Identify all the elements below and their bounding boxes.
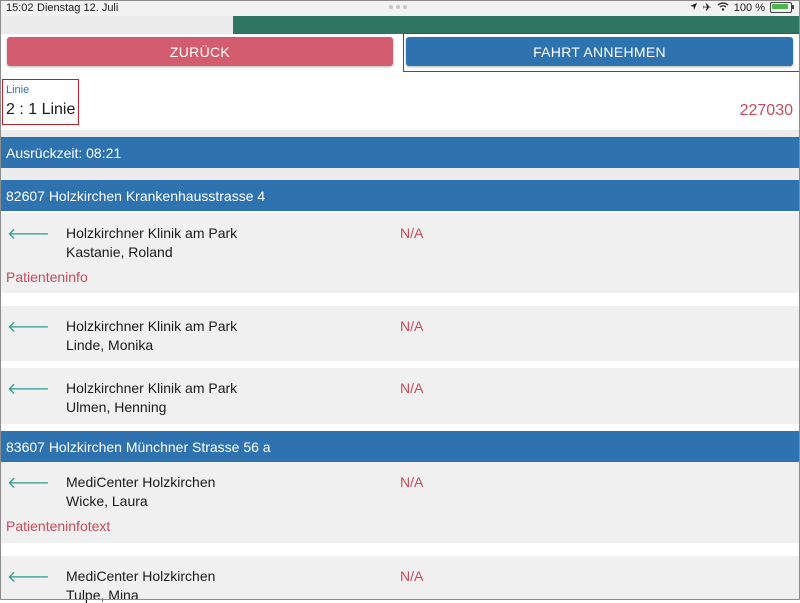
item-status: N/A [400,318,424,334]
list-item[interactable]: 🡐 Holzkirchner Klinik am Park Linde, Mon… [0,306,800,361]
arrow-left-icon: 🡐 [7,569,50,586]
back-button[interactable]: ZURÜCK [7,37,393,66]
item-place: MediCenter Holzkirchen [66,568,216,584]
location-arrow-icon [689,2,698,14]
item-place: MediCenter Holzkirchen [66,474,216,490]
item-status: N/A [400,225,424,241]
divider [0,293,800,306]
divider [0,130,800,137]
divider [0,361,800,368]
item-status: N/A [400,380,424,396]
background-navbar [233,16,800,34]
divider [0,424,800,431]
item-place: Holzkirchner Klinik am Park [66,225,238,241]
status-date: Dienstag 12. Juli [37,2,119,14]
patient-info-link[interactable]: Patienteninfo [6,269,88,285]
status-bar: 15:02 Dienstag 12. Juli ✈ 100 % [0,0,800,16]
departure-time-bar: Ausrückzeit: 08:21 [0,137,800,168]
arrow-left-icon: 🡐 [7,475,50,492]
status-time: 15:02 [6,2,34,14]
item-patient: Wicke, Laura [66,493,148,509]
item-patient: Linde, Monika [66,337,154,353]
list-item[interactable]: 🡐 MediCenter Holzkirchen Tulpe, Mina N/A [0,556,800,603]
accept-ride-highlight [403,33,800,72]
multitasking-dots-icon [389,5,409,9]
item-place: Holzkirchner Klinik am Park [66,380,238,396]
item-status: N/A [400,568,424,584]
item-patient: Ulmen, Henning [66,399,167,415]
airplane-icon: ✈ [702,2,712,14]
item-patient: Tulpe, Mina [66,587,139,603]
stop-address-bar[interactable]: 82607 Holzkirchen Krankenhausstrasse 4 [0,180,800,211]
arrow-left-icon: 🡐 [7,226,50,243]
stop-address-bar[interactable]: 83607 Holzkirchen Münchner Strasse 56 a [0,431,800,462]
wifi-icon [717,1,729,14]
trip-number: 227030 [739,102,793,119]
list-item[interactable]: 🡐 MediCenter Holzkirchen Wicke, Laura N/… [0,462,800,543]
arrow-left-icon: 🡐 [7,381,50,398]
item-place: Holzkirchner Klinik am Park [66,318,238,334]
list-item[interactable]: 🡐 Holzkirchner Klinik am Park Ulmen, Hen… [0,368,800,424]
status-indicators: ✈ 100 % [689,1,794,14]
divider [0,543,800,556]
patient-info-link[interactable]: Patienteninfotext [6,518,110,534]
list-item[interactable]: 🡐 Holzkirchner Klinik am Park Kastanie, … [0,213,800,293]
battery-text: 100 % [733,1,765,14]
background-sidebar [0,16,233,34]
line-highlight [2,79,79,125]
arrow-left-icon: 🡐 [7,319,50,336]
item-patient: Kastanie, Roland [66,244,173,260]
item-status: N/A [400,474,424,490]
battery-charging-icon [770,2,794,13]
divider [0,168,800,180]
